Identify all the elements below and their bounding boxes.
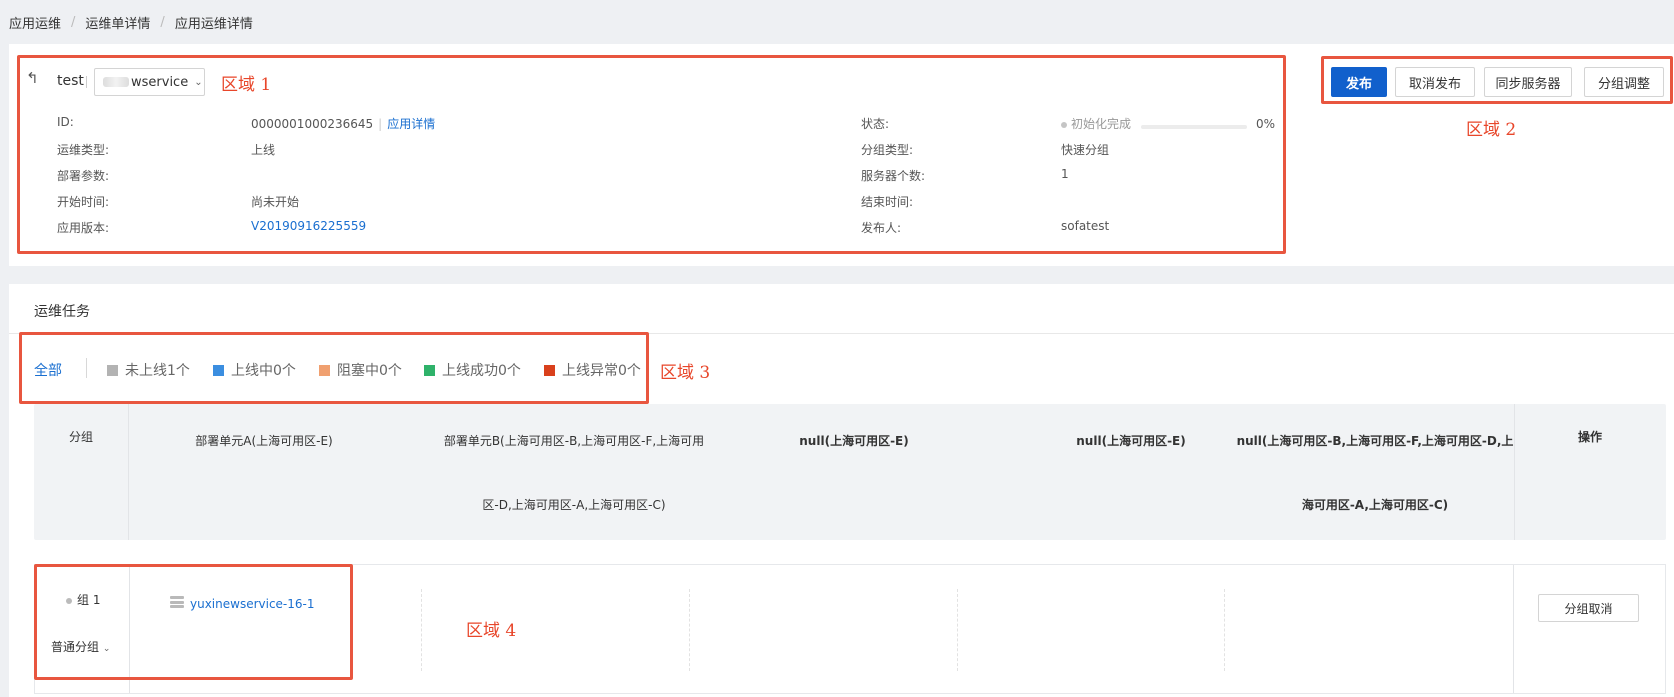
ops-type-value: 上线 xyxy=(251,143,276,157)
breadcrumb: 应用运维 / 运维单详情 / 应用运维详情 xyxy=(0,0,1674,44)
region-label-2: 区域 2 xyxy=(1466,120,1517,140)
server-link[interactable]: yuxinewservice-16-1 xyxy=(190,597,315,611)
group-adjust-button[interactable]: 分组调整 xyxy=(1584,67,1664,97)
filter-success[interactable]: 上线成功0个 xyxy=(424,360,521,380)
status-dot-icon xyxy=(66,597,72,604)
th-unit-b-line1: 部署单元B(上海可用区-B,上海可用区-F,上海可用 xyxy=(443,434,705,448)
ops-type-label: 运维类型: xyxy=(57,143,110,157)
progress-text: 0% xyxy=(1256,117,1276,131)
task-section-title: 运维任务 xyxy=(34,304,90,320)
th-operation: 操作 xyxy=(1577,430,1602,444)
region-label-3: 区域 3 xyxy=(660,363,711,383)
app-version-link[interactable]: V20190916225559 xyxy=(251,219,366,233)
column-divider xyxy=(128,404,129,540)
app-name: test xyxy=(57,73,84,89)
status-dot-icon xyxy=(1061,121,1067,128)
group-type-value: 快速分组 xyxy=(1061,143,1110,157)
start-time-value: 尚未开始 xyxy=(251,195,300,209)
filter-onlining[interactable]: 上线中0个 xyxy=(213,360,296,380)
filter-not-online[interactable]: 未上线1个 xyxy=(107,360,190,380)
deploy-params-label: 部署参数: xyxy=(57,169,110,183)
breadcrumb-separator: / xyxy=(71,14,76,30)
breadcrumb-item-order[interactable]: 运维单详情 xyxy=(85,13,150,32)
server-count-value: 1 xyxy=(1061,167,1069,181)
th-unit-b-line2: 区-D,上海可用区-A,上海可用区-C) xyxy=(482,498,666,512)
chevron-down-icon: ⌄ xyxy=(194,76,203,88)
cancel-publish-button[interactable]: 取消发布 xyxy=(1395,67,1475,97)
breadcrumb-separator: / xyxy=(160,14,165,30)
filter-divider xyxy=(86,358,87,378)
cell-divider xyxy=(1224,589,1225,671)
end-time-label: 结束时间: xyxy=(861,195,914,209)
region-label-1: 区域 1 xyxy=(221,75,272,95)
cell-divider xyxy=(957,589,958,671)
status-square-icon xyxy=(424,364,435,376)
th-null-2: null(上海可用区-E) xyxy=(1076,434,1186,448)
progress-bar xyxy=(1141,125,1247,129)
group-type-label: 分组类型: xyxy=(861,143,914,157)
group-cancel-button[interactable]: 分组取消 xyxy=(1538,594,1639,622)
group-type-select[interactable]: 普通分组 ⌄ xyxy=(51,638,110,655)
start-time-label: 开始时间: xyxy=(57,195,110,209)
server-icon xyxy=(170,596,184,610)
column-divider xyxy=(1513,565,1514,693)
app-version-label: 应用版本: xyxy=(57,221,110,235)
cell-divider xyxy=(689,589,690,671)
group-row xyxy=(34,564,1666,694)
status-square-icon xyxy=(107,364,118,376)
filter-all[interactable]: 全部 xyxy=(34,360,62,380)
publish-button[interactable]: 发布 xyxy=(1331,67,1387,97)
server-count-label: 服务器个数: xyxy=(861,169,926,183)
back-arrow-icon[interactable]: ↰ xyxy=(26,70,42,86)
column-divider xyxy=(1514,404,1515,540)
cell-divider xyxy=(421,589,422,671)
chevron-down-icon: ⌄ xyxy=(102,644,111,654)
filter-error[interactable]: 上线异常0个 xyxy=(544,360,641,380)
blurred-text xyxy=(103,77,129,87)
column-divider xyxy=(129,565,130,693)
status-value: 初始化完成 xyxy=(1061,115,1131,132)
service-select-value: wservice xyxy=(131,74,189,90)
th-group: 分组 xyxy=(68,430,93,444)
status-label: 状态: xyxy=(861,117,890,131)
id-value: 0000001000236645 | 应用详情 xyxy=(251,117,436,131)
status-square-icon xyxy=(213,364,224,376)
title-divider xyxy=(86,76,87,88)
breadcrumb-item-ops[interactable]: 应用运维 xyxy=(9,13,61,32)
breadcrumb-item-current: 应用运维详情 xyxy=(174,16,253,32)
section-divider xyxy=(9,333,1674,334)
filter-blocked[interactable]: 阻塞中0个 xyxy=(319,360,402,380)
group-table-header: 分组 操作 部署单元A(上海可用区-E) 部署单元B(上海可用区-B,上海可用区… xyxy=(34,404,1666,540)
id-label: ID: xyxy=(57,115,74,129)
service-select[interactable]: wservice ⌄ xyxy=(94,68,205,96)
group-name: 组 1 xyxy=(66,591,100,608)
status-square-icon xyxy=(544,364,555,376)
th-null-3-line2: 海可用区-A,上海可用区-C) xyxy=(1301,498,1449,512)
status-square-icon xyxy=(319,364,330,376)
publisher-label: 发布人: xyxy=(861,221,902,235)
region-label-4: 区域 4 xyxy=(466,621,517,641)
sync-servers-button[interactable]: 同步服务器 xyxy=(1484,67,1572,97)
app-detail-link[interactable]: 应用详情 xyxy=(387,117,435,131)
th-unit-a: 部署单元A(上海可用区-E) xyxy=(195,434,333,448)
publisher-value: sofatest xyxy=(1061,219,1110,233)
th-null-3-line1: null(上海可用区-B,上海可用区-F,上海可用区-D,上 xyxy=(1236,434,1514,448)
th-null-1: null(上海可用区-E) xyxy=(799,434,909,448)
